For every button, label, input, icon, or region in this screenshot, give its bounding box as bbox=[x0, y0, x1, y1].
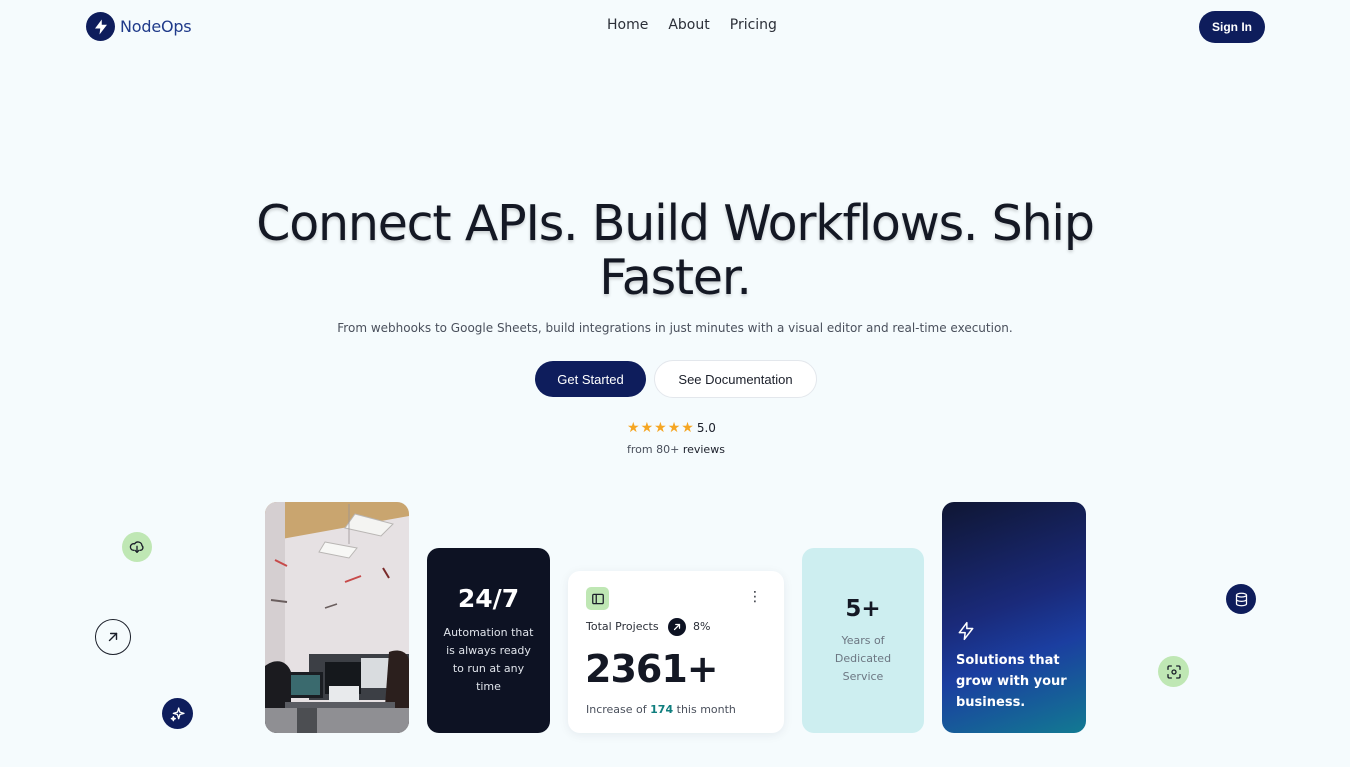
office-photo bbox=[265, 502, 409, 733]
bolt-icon bbox=[86, 12, 115, 41]
brand-logo[interactable]: NodeOps bbox=[86, 12, 192, 41]
star-icon: ★ bbox=[681, 420, 694, 436]
total-projects-value: 2361+ bbox=[585, 647, 719, 691]
star-icon: ★ bbox=[667, 420, 681, 436]
growth-percent: 8% bbox=[693, 620, 711, 633]
uptime-value: 24/7 bbox=[457, 584, 520, 613]
hero-title: Connect APIs. Build Workflows. Ship Fast… bbox=[256, 195, 1095, 306]
rating-value: 5.0 bbox=[696, 421, 716, 435]
years-card: 5+ Years of Dedicated Service bbox=[802, 548, 924, 733]
rating: ★ ★ ★ ★ ★ 5.0 bbox=[627, 420, 716, 436]
scan-focus-icon bbox=[1158, 656, 1189, 687]
database-icon bbox=[1226, 584, 1256, 614]
years-text: Years of Dedicated Service bbox=[834, 634, 892, 683]
reviews-count: from 80+ reviews bbox=[627, 443, 725, 456]
nav-link-pricing[interactable]: Pricing bbox=[730, 17, 777, 33]
increase-value: 174 bbox=[650, 703, 674, 716]
increase-prefix: Increase of bbox=[586, 703, 647, 716]
brand-name: NodeOps bbox=[120, 17, 192, 36]
solutions-text: Solutions that grow with your business. bbox=[956, 653, 1067, 710]
sparkles-icon bbox=[162, 698, 193, 729]
navbar: NodeOps Home About Pricing Sign In bbox=[0, 0, 1350, 54]
uptime-text: Automation that is always ready to run a… bbox=[443, 626, 534, 693]
solutions-card: Solutions that grow with your business. bbox=[942, 502, 1086, 733]
see-documentation-button[interactable]: See Documentation bbox=[654, 360, 817, 398]
reviews-label: reviews bbox=[682, 443, 725, 456]
sign-in-button[interactable]: Sign In bbox=[1199, 11, 1265, 43]
bolt-outline-icon bbox=[956, 621, 976, 645]
trend-up-icon bbox=[668, 618, 686, 636]
years-value: 5+ bbox=[845, 596, 881, 622]
more-options-icon[interactable]: ⋮ bbox=[748, 587, 762, 607]
monthly-increase: Increase of 174 this month bbox=[586, 703, 736, 716]
arrow-up-right-icon bbox=[95, 619, 131, 655]
total-projects-label: Total Projects bbox=[586, 620, 659, 633]
nav-links: Home About Pricing bbox=[607, 17, 777, 33]
cloud-download-icon bbox=[122, 532, 152, 562]
sidebar-panel-icon bbox=[586, 587, 609, 610]
star-icon: ★ bbox=[627, 420, 640, 436]
projects-stats-card: ⋮ Total Projects 8% 2361+ Increase of 17… bbox=[568, 571, 784, 733]
star-icon: ★ bbox=[654, 420, 667, 436]
star-icon: ★ bbox=[640, 420, 654, 436]
get-started-button[interactable]: Get Started bbox=[535, 361, 646, 397]
increase-suffix: this month bbox=[676, 703, 736, 716]
nav-link-about[interactable]: About bbox=[668, 17, 709, 33]
nav-link-home[interactable]: Home bbox=[607, 17, 648, 33]
uptime-card: 24/7 Automation that is always ready to … bbox=[427, 548, 550, 733]
hero-subtitle: From webhooks to Google Sheets, build in… bbox=[337, 321, 1013, 335]
reviews-prefix: from 80+ bbox=[627, 443, 680, 456]
